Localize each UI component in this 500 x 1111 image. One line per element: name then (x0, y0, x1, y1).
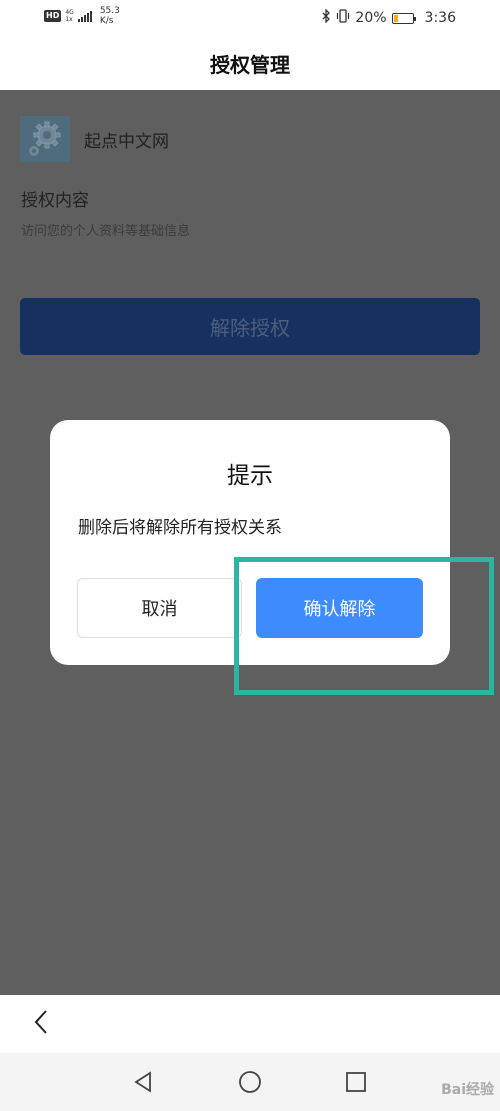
nav-home-button[interactable] (237, 1069, 263, 1095)
status-right: 20% 3:36 (322, 8, 456, 27)
page-title: 授权管理 (210, 52, 290, 77)
network-sub: 1x (65, 16, 73, 23)
status-bar: HD 4G 1x 55.3 K/s 20% 3:36 (0, 0, 500, 36)
battery-percent: 20% (355, 10, 387, 26)
nav-back-button[interactable] (130, 1069, 156, 1095)
bluetooth-icon (322, 8, 331, 27)
dialog-title: 提示 (227, 463, 273, 489)
auth-content-label: 授权内容 (21, 191, 89, 211)
nav-recents-button[interactable] (343, 1069, 369, 1095)
chevron-left-icon (34, 1009, 48, 1039)
gear-icon (20, 121, 70, 166)
speed-value: 55.3 (99, 6, 120, 16)
title-bar: 授权管理 (0, 36, 500, 90)
app-logo (20, 116, 70, 162)
battery-fill (393, 14, 398, 22)
highlight-annotation (234, 557, 494, 695)
network-gen: 4G (65, 9, 74, 16)
auth-content-desc: 访问您的个人资料等基础信息 (21, 224, 191, 239)
cancel-button[interactable]: 取消 (77, 578, 242, 638)
revoke-authorization-button[interactable]: 解除授权 (20, 298, 480, 355)
network-type: 4G 1x (65, 9, 73, 23)
vibrate-icon (336, 9, 350, 27)
signal-icon (77, 10, 92, 22)
status-time: 3:36 (424, 10, 456, 26)
hd-badge: HD (44, 10, 62, 22)
system-nav-bar: Bai经验 (0, 1053, 500, 1111)
speed-unit: K/s (99, 16, 114, 26)
status-left: HD 4G 1x 55.3 K/s (44, 6, 120, 26)
dialog-message: 删除后将解除所有授权关系 (78, 518, 282, 538)
bottom-toolbar (0, 995, 500, 1053)
app-info: 起点中文网 (20, 116, 169, 162)
app-name: 起点中文网 (84, 131, 169, 152)
watermark: Bai经验 (441, 1082, 494, 1098)
network-speed: 55.3 K/s (100, 6, 120, 26)
battery-icon (391, 12, 416, 24)
back-button[interactable] (26, 1007, 56, 1041)
